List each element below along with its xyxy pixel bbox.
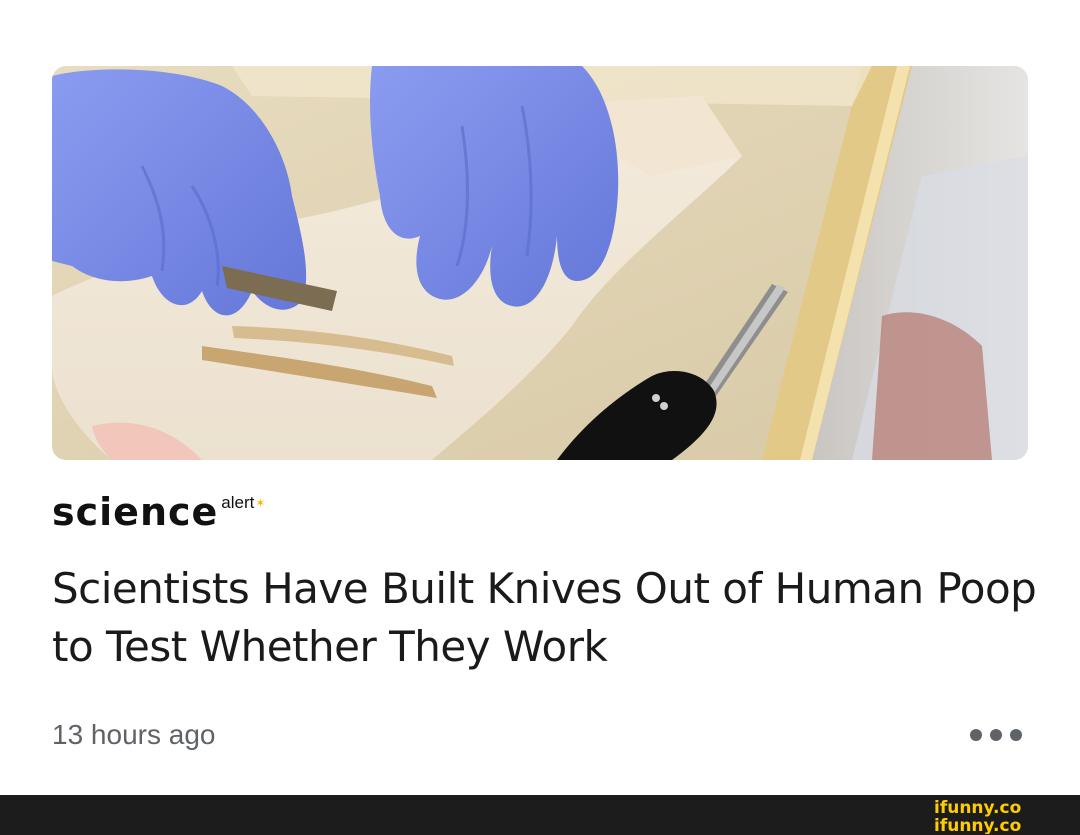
source-name: science [52,490,219,534]
article-photo [52,66,1028,460]
article-image[interactable] [52,66,1028,460]
watermark-bar [0,795,1080,835]
svg-text:ifunny.co: ifunny.co [934,798,1021,818]
more-options-button[interactable] [970,722,1022,748]
more-horizontal-icon [970,729,982,741]
more-horizontal-icon-dot [1010,729,1022,741]
sparkle-icon: ✶ [255,496,266,510]
article-timestamp: 13 hours ago [52,719,216,750]
source-logo[interactable]: science alert ✶ [52,488,265,536]
ifunny-watermark-logo: ifunny.co ifunny.co [934,798,1021,834]
svg-text:ifunny.co: ifunny.co [934,816,1021,834]
more-horizontal-icon-dot [990,729,1002,741]
news-card[interactable]: science alert ✶ Scientists Have Built Kn… [0,0,1080,795]
article-headline[interactable]: Scientists Have Built Knives Out of Huma… [52,560,1042,676]
source-name-suffix: alert [221,493,255,512]
